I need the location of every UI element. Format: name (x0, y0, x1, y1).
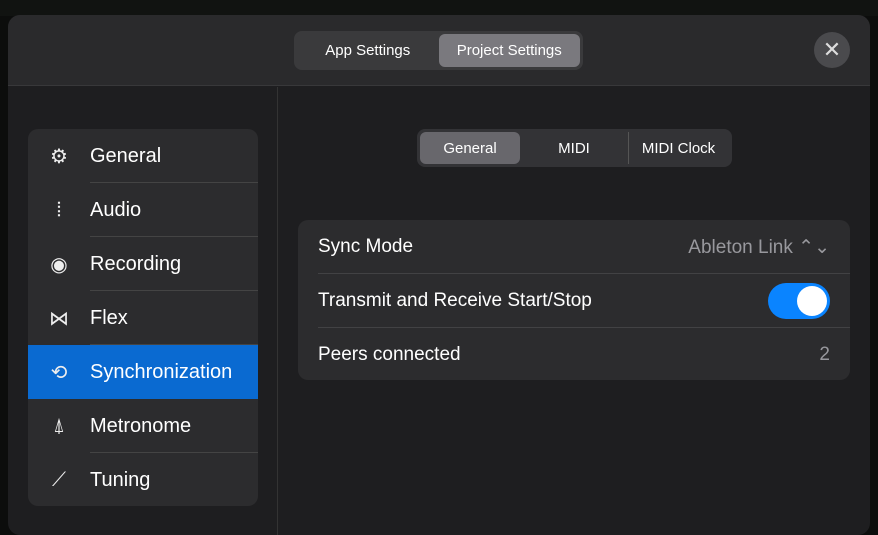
sidebar-item-label: Audio (90, 198, 142, 221)
sidebar-item-label: Tuning (90, 468, 151, 491)
settings-scope-control: App Settings Project Settings (294, 31, 583, 70)
sidebar-item-recording[interactable]: ◉ Recording (28, 237, 258, 291)
sidebar-item-label: Metronome (90, 414, 192, 437)
settings-modal: App Settings Project Settings ✕ ⚙ General… (8, 15, 870, 535)
tuning-fork-icon: ⟋ (52, 468, 66, 491)
modal-header: App Settings Project Settings ✕ (8, 15, 870, 86)
close-icon: ✕ (822, 37, 842, 62)
sidebar-item-label: Recording (90, 252, 182, 275)
gear-icon: ⚙ (50, 145, 68, 168)
row-label: Transmit and Receive Start/Stop (318, 290, 592, 311)
metronome-icon: ⍋ (53, 414, 65, 437)
sync-tabs: General MIDI MIDI Clock (417, 129, 732, 167)
sidebar: ⚙ General ⦙ Audio ◉ Recording ⋈ Flex ⟲ Synchr… (28, 129, 258, 506)
sidebar-item-general[interactable]: ⚙ General (28, 129, 258, 183)
sidebar-item-label: Flex (90, 306, 128, 329)
peers-row: Peers connected 2 (298, 328, 850, 382)
start-stop-toggle[interactable] (768, 283, 830, 319)
sidebar-item-tuning[interactable]: ⟋ Tuning (28, 453, 258, 506)
sync-settings-card: Sync Mode Ableton Link ⌃⌄ Transmit and Re… (298, 220, 850, 380)
tab-app-settings[interactable]: App Settings (297, 34, 439, 67)
sidebar-item-synchronization[interactable]: ⟲ Synchronization (28, 345, 258, 399)
sync-mode-row[interactable]: Sync Mode Ableton Link ⌃⌄ (298, 220, 850, 274)
tab-general[interactable]: General (420, 132, 520, 164)
sync-icon: ⟲ (50, 361, 68, 384)
peers-count: 2 (819, 344, 830, 365)
sync-mode-select[interactable]: Ableton Link ⌃⌄ (688, 236, 830, 259)
start-stop-row: Transmit and Receive Start/Stop (298, 274, 850, 328)
flex-icon: ⋈ (49, 307, 69, 330)
sidebar-item-label: General (90, 144, 162, 167)
tab-midi-clock[interactable]: MIDI Clock (628, 132, 728, 164)
sidebar-item-metronome[interactable]: ⍋ Metronome (28, 399, 258, 453)
row-label: Sync Mode (318, 236, 414, 257)
background-toolbar (0, 0, 878, 16)
waveform-icon: ⦙ (56, 198, 62, 221)
sidebar-item-label: Synchronization (90, 360, 233, 383)
record-icon: ◉ (50, 253, 68, 276)
tab-midi[interactable]: MIDI (520, 132, 628, 164)
row-label: Peers connected (318, 344, 461, 365)
close-button[interactable]: ✕ (814, 32, 850, 68)
sidebar-item-audio[interactable]: ⦙ Audio (28, 183, 258, 237)
sidebar-item-flex[interactable]: ⋈ Flex (28, 291, 258, 345)
tab-project-settings[interactable]: Project Settings (438, 34, 580, 67)
